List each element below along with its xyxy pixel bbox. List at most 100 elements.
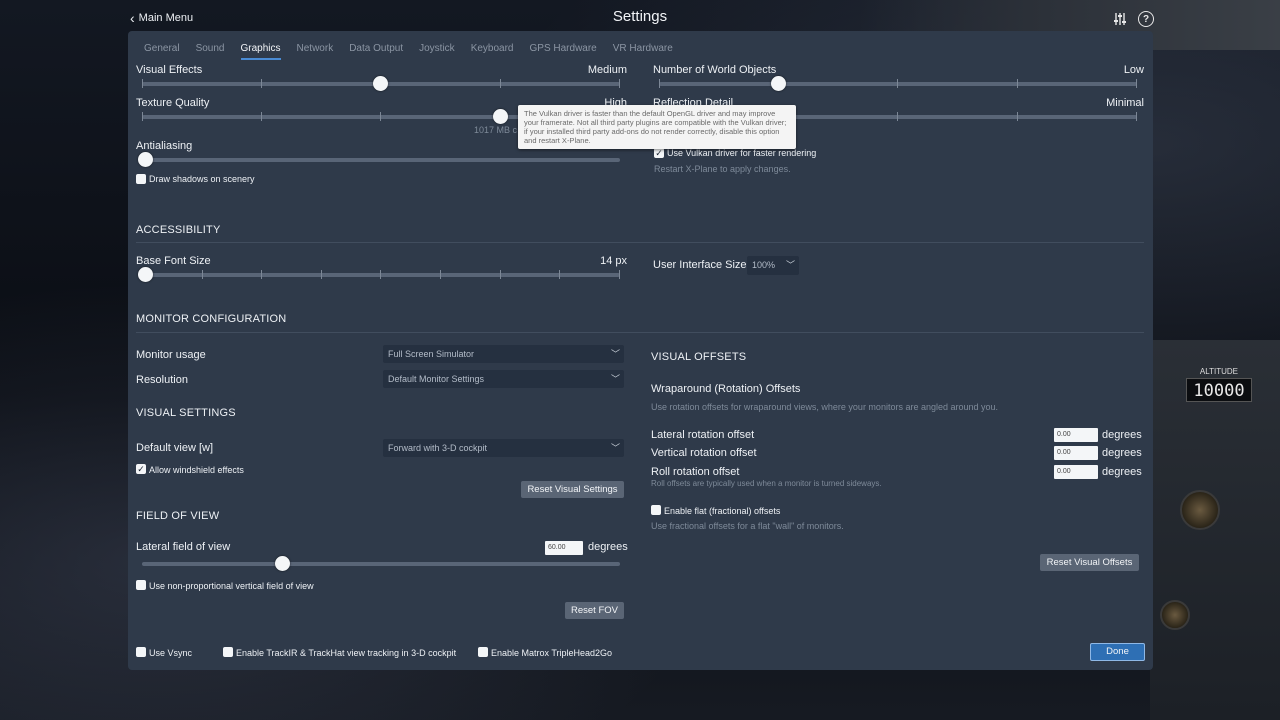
roll-rotation-input[interactable]: 0.00 <box>1054 465 1098 479</box>
windshield-checkbox[interactable]: ✓ <box>136 464 146 474</box>
default-view-value: Forward with 3-D cockpit <box>388 443 488 453</box>
title-bar: ‹ Main Menu Settings ? <box>0 0 1280 34</box>
antialiasing-label: Antialiasing <box>136 140 193 152</box>
windshield-label: Allow windshield effects <box>149 465 244 475</box>
tab-keyboard[interactable]: Keyboard <box>471 43 522 60</box>
altitude-label: ALTITUDE <box>1199 367 1238 376</box>
default-view-dropdown[interactable]: Forward with 3-D cockpit ﹀ <box>383 439 624 457</box>
wraparound-heading: Wraparound (Rotation) Offsets <box>651 383 801 395</box>
accessibility-heading: ACCESSIBILITY <box>136 224 221 236</box>
reset-fov-button[interactable]: Reset FOV <box>565 602 624 619</box>
resolution-value: Default Monitor Settings <box>388 374 485 384</box>
world-objects-value: Low <box>1123 64 1144 76</box>
tab-vr-hardware[interactable]: VR Hardware <box>613 43 681 60</box>
monitor-config-heading: MONITOR CONFIGURATION <box>136 313 287 325</box>
visual-offsets-heading: VISUAL OFFSETS <box>651 351 747 363</box>
monitor-usage-value: Full Screen Simulator <box>388 349 475 359</box>
visual-effects-thumb[interactable] <box>373 76 388 91</box>
antialiasing-track[interactable] <box>142 158 620 162</box>
tab-network[interactable]: Network <box>297 43 342 60</box>
help-icon[interactable]: ? <box>1138 11 1154 27</box>
fov-heading: FIELD OF VIEW <box>136 510 220 522</box>
resolution-dropdown[interactable]: Default Monitor Settings ﹀ <box>383 370 624 388</box>
tab-data-output[interactable]: Data Output <box>349 43 411 60</box>
vulkan-checkbox[interactable]: ✓ <box>654 148 664 158</box>
flat-offsets-checkbox[interactable] <box>651 505 661 515</box>
top-icons: ? <box>1112 11 1154 27</box>
vsync-checkbox[interactable] <box>136 647 146 657</box>
page-title: Settings <box>612 8 668 25</box>
world-objects-label: Number of World Objects <box>653 64 777 76</box>
chevron-down-icon: ﹀ <box>610 443 620 453</box>
tab-general[interactable]: General <box>144 43 188 60</box>
texture-memory-text: 1017 MB c <box>474 125 518 135</box>
texture-quality-thumb[interactable] <box>493 109 508 124</box>
base-font-size-thumb[interactable] <box>138 267 153 282</box>
tab-bar: General Sound Graphics Network Data Outp… <box>144 43 689 60</box>
draw-shadows-label: Draw shadows on scenery <box>149 174 255 184</box>
altitude-readout: 10000 <box>1186 378 1252 402</box>
sliders-icon[interactable] <box>1112 11 1128 27</box>
vertical-rotation-label: Vertical rotation offset <box>651 447 757 459</box>
ui-size-label: User Interface Size <box>653 259 747 271</box>
ui-size-value: 100% <box>752 260 776 270</box>
world-objects-ticks <box>659 79 1137 88</box>
lateral-rotation-label: Lateral rotation offset <box>651 429 755 441</box>
flat-offsets-label: Enable flat (fractional) offsets <box>664 506 781 516</box>
matrox-label: Enable Matrox TripleHead2Go <box>491 648 613 658</box>
reset-visual-offsets-button[interactable]: Reset Visual Offsets <box>1040 554 1139 571</box>
tab-graphics[interactable]: Graphics <box>240 43 281 60</box>
visual-settings-heading: VISUAL SETTINGS <box>136 407 236 419</box>
default-view-label: Default view [w] <box>136 442 214 454</box>
vulkan-tooltip: The Vulkan driver is faster than the def… <box>518 105 796 149</box>
roll-rotation-note: Roll offsets are typically used when a m… <box>651 479 882 488</box>
tab-joystick[interactable]: Joystick <box>419 43 463 60</box>
cockpit-knob <box>1160 600 1190 630</box>
lateral-fov-unit: degrees <box>588 541 628 553</box>
draw-shadows-checkbox[interactable] <box>136 174 146 184</box>
wraparound-description: Use rotation offsets for wraparound view… <box>651 402 999 412</box>
trackir-label: Enable TrackIR & TrackHat view tracking … <box>236 648 457 658</box>
reset-visual-settings-button[interactable]: Reset Visual Settings <box>521 481 624 498</box>
antialiasing-thumb[interactable] <box>138 152 153 167</box>
trackir-checkbox[interactable] <box>223 647 233 657</box>
vertical-rotation-input[interactable]: 0.00 <box>1054 446 1098 460</box>
lateral-fov-input[interactable]: 60.00 <box>545 541 583 555</box>
resolution-label: Resolution <box>136 374 188 386</box>
monitor-usage-dropdown[interactable]: Full Screen Simulator ﹀ <box>383 345 624 363</box>
base-font-size-value: 14 px <box>600 255 627 267</box>
vertical-rotation-unit: degrees <box>1102 447 1142 459</box>
world-objects-thumb[interactable] <box>771 76 786 91</box>
cockpit-knob <box>1180 490 1220 530</box>
divider <box>136 242 1144 243</box>
non-proportional-fov-label: Use non-proportional vertical field of v… <box>149 581 314 591</box>
reflection-detail-value: Minimal <box>1106 97 1144 109</box>
done-button[interactable]: Done <box>1090 643 1145 661</box>
lateral-rotation-input[interactable]: 0.00 <box>1054 428 1098 442</box>
visual-effects-label: Visual Effects <box>136 64 203 76</box>
lateral-rotation-unit: degrees <box>1102 429 1142 441</box>
ui-size-dropdown[interactable]: 100% ﹀ <box>747 256 799 275</box>
settings-panel: General Sound Graphics Network Data Outp… <box>128 31 1153 670</box>
texture-quality-label: Texture Quality <box>136 97 210 109</box>
roll-rotation-label: Roll rotation offset <box>651 466 740 478</box>
base-font-size-label: Base Font Size <box>136 255 211 267</box>
visual-effects-value: Medium <box>587 64 627 76</box>
lateral-fov-thumb[interactable] <box>275 556 290 571</box>
vsync-label: Use Vsync <box>149 648 193 658</box>
vulkan-restart-note: Restart X-Plane to apply changes. <box>654 164 791 174</box>
base-font-size-ticks <box>142 270 620 279</box>
matrox-checkbox[interactable] <box>478 647 488 657</box>
vulkan-label: Use Vulkan driver for faster rendering <box>667 148 817 158</box>
flat-offsets-description: Use fractional offsets for a flat "wall"… <box>651 521 844 531</box>
tab-sound[interactable]: Sound <box>196 43 233 60</box>
lateral-fov-track[interactable] <box>142 562 620 566</box>
chevron-down-icon: ﹀ <box>610 374 620 384</box>
divider <box>136 332 1144 333</box>
roll-rotation-unit: degrees <box>1102 466 1142 478</box>
chevron-down-icon: ﹀ <box>785 260 795 270</box>
lateral-fov-label: Lateral field of view <box>136 541 231 553</box>
chevron-down-icon: ﹀ <box>610 349 620 359</box>
tab-gps-hardware[interactable]: GPS Hardware <box>530 43 605 60</box>
non-proportional-fov-checkbox[interactable] <box>136 580 146 590</box>
